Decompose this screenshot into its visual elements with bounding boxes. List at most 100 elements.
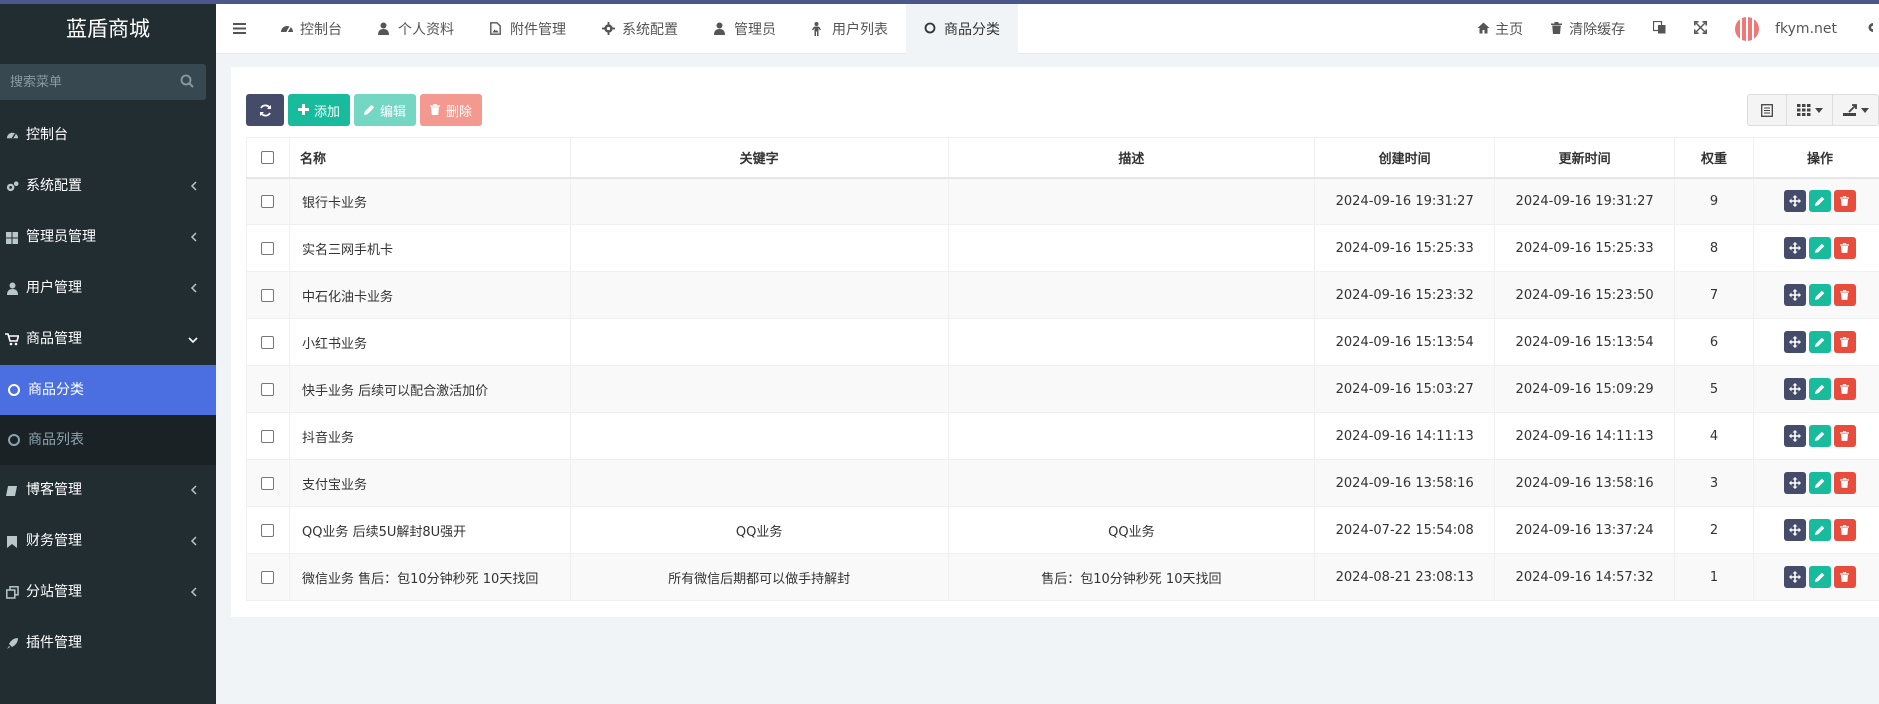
cell-name: 银行卡业务 <box>288 177 571 225</box>
row-delete-button[interactable] <box>1833 190 1856 213</box>
row-delete-button[interactable] <box>1833 566 1856 588</box>
select-all-checkbox[interactable] <box>261 150 275 164</box>
row-delete-button[interactable] <box>1833 378 1856 400</box>
columns-toggle-button[interactable] <box>1787 94 1833 126</box>
home-link[interactable]: 主页 <box>1463 4 1537 54</box>
user-icon <box>714 22 728 36</box>
tab-profile[interactable]: 个人资料 <box>360 4 472 54</box>
cell-description <box>947 412 1316 460</box>
clear-cache-button[interactable]: 清除缓存 <box>1537 4 1639 54</box>
cell-created: 2024-09-16 15:25:33 <box>1314 224 1496 272</box>
sidebar-toggle-button[interactable] <box>216 4 262 54</box>
search-icon[interactable] <box>180 74 194 88</box>
drag-sort-button[interactable] <box>1783 378 1806 400</box>
file-image-icon <box>490 21 504 36</box>
sidebar-item-admin-management[interactable]: 管理员管理 <box>0 212 216 263</box>
row-delete-button[interactable] <box>1833 425 1856 447</box>
pencil-icon <box>1814 243 1825 253</box>
row-checkbox[interactable] <box>261 476 275 490</box>
edit-button[interactable]: 编辑 <box>354 94 417 126</box>
row-edit-button[interactable] <box>1808 566 1831 588</box>
drag-sort-button[interactable] <box>1783 331 1806 353</box>
sidebar-subitem-goods-category[interactable]: 商品分类 <box>0 365 216 415</box>
row-edit-button[interactable] <box>1808 284 1831 306</box>
caret-down-icon <box>1860 107 1869 113</box>
toggle-card-view-button[interactable] <box>1747 94 1787 126</box>
tab-goods-category[interactable]: 商品分类 <box>906 3 1018 54</box>
row-checkbox[interactable] <box>261 570 275 584</box>
pencil-icon <box>364 104 376 116</box>
menu-search-input[interactable] <box>0 64 206 100</box>
sidebar-item-finance-management[interactable]: 财务管理 <box>0 516 216 567</box>
sidebar-item-blog-management[interactable]: 博客管理 <box>0 465 216 516</box>
row-checkbox[interactable] <box>261 194 275 208</box>
sidebar-item-plugin-management[interactable]: 插件管理 <box>0 618 216 669</box>
cell-weight: 4 <box>1674 412 1754 460</box>
row-checkbox[interactable] <box>261 382 275 396</box>
drag-sort-button[interactable] <box>1783 190 1806 213</box>
row-checkbox[interactable] <box>261 241 275 255</box>
row-delete-button[interactable] <box>1833 519 1856 541</box>
cell-keywords: QQ业务 <box>569 506 949 554</box>
row-edit-button[interactable] <box>1808 519 1831 541</box>
translate-button[interactable] <box>1639 4 1680 54</box>
table-row: 银行卡业务 2024-09-16 19:31:27 2024-09-16 19:… <box>246 177 1879 225</box>
trash-icon <box>1840 572 1850 582</box>
export-button[interactable] <box>1833 94 1879 126</box>
sidebar-item-dashboard[interactable]: 控制台 <box>0 110 216 161</box>
add-button[interactable]: 添加 <box>288 94 351 126</box>
tab-admin[interactable]: 管理员 <box>696 4 794 54</box>
row-edit-button[interactable] <box>1808 378 1831 400</box>
row-delete-button[interactable] <box>1833 237 1856 259</box>
cell-keywords <box>569 318 949 366</box>
user-menu[interactable]: fkym.net <box>1721 4 1851 54</box>
column-header-weight[interactable]: 权重 <box>1674 137 1754 179</box>
tab-attachments[interactable]: 附件管理 <box>472 4 584 54</box>
trash-icon <box>1840 290 1850 300</box>
sidebar-item-user-management[interactable]: 用户管理 <box>0 263 216 314</box>
drag-sort-button[interactable] <box>1783 284 1806 306</box>
drag-sort-button[interactable] <box>1783 566 1806 588</box>
tab-system-config[interactable]: 系统配置 <box>584 4 696 54</box>
column-header-ops: 操作 <box>1752 137 1879 179</box>
sidebar-item-system-config[interactable]: 系统配置 <box>0 161 216 212</box>
row-edit-button[interactable] <box>1808 237 1831 259</box>
drag-sort-button[interactable] <box>1783 237 1806 259</box>
row-delete-button[interactable] <box>1833 331 1856 353</box>
column-header-name[interactable]: 名称 <box>288 137 571 179</box>
row-edit-button[interactable] <box>1808 331 1831 353</box>
sidebar-item-label: 插件管理 <box>26 635 82 651</box>
row-edit-button[interactable] <box>1808 425 1831 447</box>
select-all-cell <box>246 137 290 179</box>
column-header-created[interactable]: 创建时间 <box>1314 137 1496 179</box>
row-edit-button[interactable] <box>1808 190 1831 213</box>
tab-user-list[interactable]: 用户列表 <box>794 4 906 54</box>
sidebar-subitem-goods-list[interactable]: 商品列表 <box>0 415 216 465</box>
drag-sort-button[interactable] <box>1783 519 1806 541</box>
windows-icon <box>4 230 20 246</box>
fullscreen-button[interactable] <box>1680 4 1721 54</box>
row-edit-button[interactable] <box>1808 472 1831 494</box>
table-tools <box>1747 94 1879 126</box>
row-checkbox[interactable] <box>261 523 275 537</box>
drag-sort-button[interactable] <box>1783 425 1806 447</box>
delete-button[interactable]: 删除 <box>420 94 483 126</box>
tab-dashboard[interactable]: 控制台 <box>262 4 360 54</box>
table-row: 支付宝业务 2024-09-16 13:58:16 2024-09-16 13:… <box>246 459 1879 507</box>
sidebar-item-goods-management[interactable]: 商品管理 <box>0 314 216 365</box>
sidebar-item-substation-management[interactable]: 分站管理 <box>0 567 216 618</box>
row-checkbox[interactable] <box>261 429 275 443</box>
row-delete-button[interactable] <box>1833 284 1856 306</box>
column-header-keywords[interactable]: 关键字 <box>569 137 949 179</box>
column-header-updated[interactable]: 更新时间 <box>1494 137 1676 179</box>
settings-button[interactable] <box>1851 4 1879 54</box>
row-checkbox[interactable] <box>261 335 275 349</box>
row-delete-button[interactable] <box>1833 472 1856 494</box>
cell-created: 2024-09-16 14:11:13 <box>1314 412 1496 460</box>
row-checkbox[interactable] <box>261 288 275 302</box>
refresh-button[interactable] <box>246 94 284 126</box>
drag-sort-button[interactable] <box>1783 472 1806 494</box>
column-header-description[interactable]: 描述 <box>947 137 1316 179</box>
sidebar-item-label: 分站管理 <box>26 584 82 600</box>
brand-logo[interactable]: 蓝盾商城 <box>0 4 216 54</box>
